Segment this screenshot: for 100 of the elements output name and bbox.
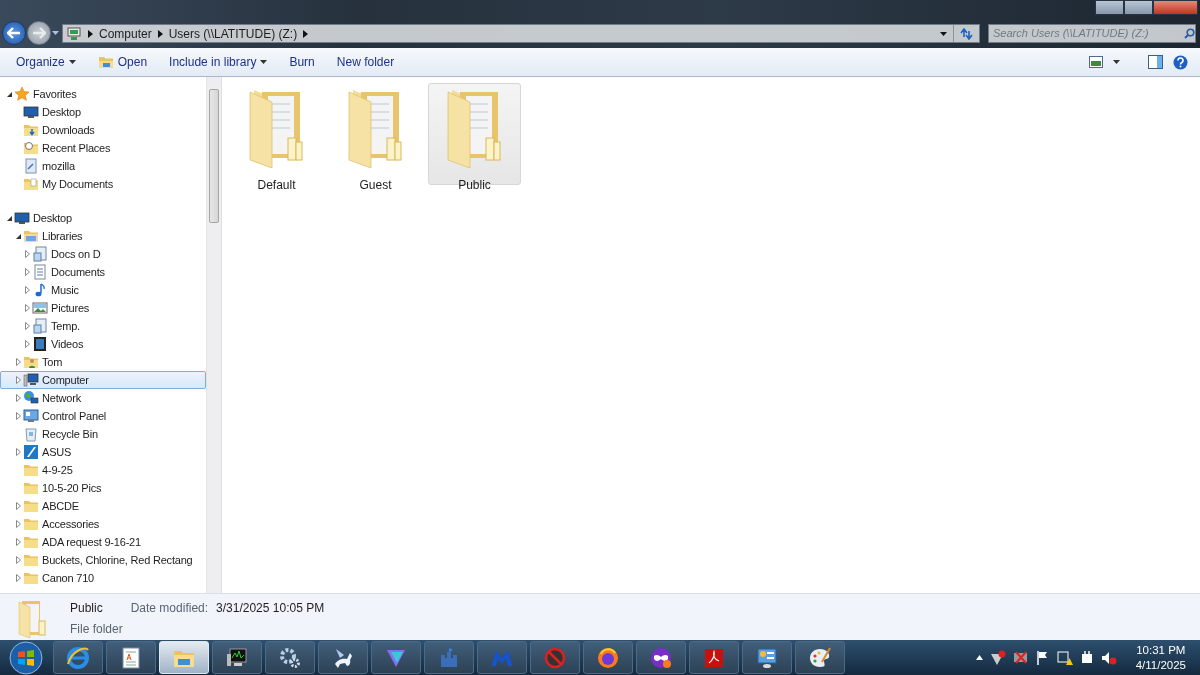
tree-item[interactable]: Accessories xyxy=(0,515,206,533)
toolbar-button[interactable]: Burn xyxy=(281,51,323,73)
tree-item[interactable]: My Documents xyxy=(0,175,206,193)
chevron-icon xyxy=(88,29,93,38)
no-sign-icon xyxy=(543,645,567,670)
folder-icon xyxy=(23,570,39,586)
document-icon xyxy=(32,318,48,334)
monitor-icon xyxy=(23,104,39,120)
film-icon xyxy=(32,336,48,352)
fox-globe-icon xyxy=(596,645,620,670)
slash-logo-icon xyxy=(23,444,39,460)
network-error-icon xyxy=(1012,649,1029,666)
breadcrumb-link[interactable]: Computer xyxy=(99,24,152,43)
globe-icon xyxy=(23,390,39,406)
folder-icon xyxy=(23,534,39,550)
menu-button[interactable]: Organize xyxy=(8,51,84,73)
tree-item[interactable]: Desktop xyxy=(0,103,206,121)
folder-icon xyxy=(23,140,39,156)
breadcrumb-link[interactable]: Users (\\LATITUDE) (Z:) xyxy=(168,24,298,43)
forward-arrow-icon xyxy=(32,27,46,39)
tree-item[interactable]: mozilla xyxy=(0,157,206,175)
tree-item[interactable]: Buckets, Chlorine, Red Rectang xyxy=(0,551,206,569)
taskbar-button[interactable] xyxy=(795,641,845,674)
field-value: 3/31/2025 10:05 PM xyxy=(216,600,325,617)
picture-icon xyxy=(32,300,48,316)
help-icon xyxy=(1173,54,1188,70)
taskbar-button[interactable] xyxy=(371,641,421,674)
tree-item[interactable]: Videos xyxy=(0,335,206,353)
star-icon xyxy=(14,86,30,102)
tree-item[interactable]: Canon 710 xyxy=(0,569,206,587)
back-button[interactable] xyxy=(2,21,26,45)
folder-icon xyxy=(23,516,39,532)
tree-item[interactable]: Recent Places xyxy=(0,139,206,157)
scrollbar-thumb[interactable] xyxy=(209,89,219,223)
tree-item[interactable]: Pictures xyxy=(0,299,206,317)
clock-time: 10:31 PM xyxy=(1136,642,1186,658)
recycle-bin-icon xyxy=(23,426,39,442)
power-plug-icon xyxy=(1079,649,1094,666)
folder-icon xyxy=(23,552,39,568)
folder-icon xyxy=(23,462,39,478)
clock-date: 4/11/2025 xyxy=(1135,657,1186,673)
taskbar-button[interactable] xyxy=(212,641,262,674)
tree-item[interactable]: Recycle Bin xyxy=(0,425,206,443)
tree-item[interactable]: ADA request 9-16-21 xyxy=(0,533,206,551)
open-button[interactable]: Open xyxy=(89,51,156,73)
tree-item[interactable]: Desktop xyxy=(0,209,206,227)
taskbar-button[interactable] xyxy=(265,641,315,674)
address-bar[interactable]: Computer Users (\\LATITUDE) (Z:) xyxy=(62,24,980,43)
tree-item[interactable]: Libraries xyxy=(0,227,206,245)
dropdown-arrow-icon xyxy=(940,31,947,36)
document-icon xyxy=(23,158,39,174)
file-name: Public xyxy=(70,600,104,617)
minimize-button[interactable] xyxy=(1095,0,1124,15)
tree-item[interactable]: ABCDE xyxy=(0,497,206,515)
dropdown-arrow-icon[interactable] xyxy=(52,30,59,36)
caret-icon xyxy=(1113,60,1120,64)
chevron-icon xyxy=(157,29,163,38)
taskbar-button[interactable] xyxy=(742,641,792,674)
tree-item[interactable]: Computer xyxy=(0,371,206,389)
search-icon xyxy=(1184,28,1195,39)
tree-item[interactable]: ASUS xyxy=(0,443,206,461)
caret-icon xyxy=(68,60,76,64)
tree-item[interactable]: Network xyxy=(0,389,206,407)
tree-item[interactable]: 4-9-25 xyxy=(0,461,206,479)
document-icon xyxy=(32,246,48,262)
tree-item[interactable]: Music xyxy=(0,281,206,299)
tree-item[interactable]: Tom xyxy=(0,353,206,371)
taskbar-button[interactable] xyxy=(636,641,686,674)
toolbar-button[interactable]: New folder xyxy=(328,51,403,73)
file-type: File folder xyxy=(70,621,123,638)
chevron-icon xyxy=(303,29,309,38)
palette-icon xyxy=(808,645,832,670)
tree-item[interactable]: Downloads xyxy=(0,121,206,139)
tree-item[interactable]: Control Panel xyxy=(0,407,206,425)
menu-button[interactable]: Include in library xyxy=(161,51,276,73)
folder-icon xyxy=(23,480,39,496)
forward-button[interactable] xyxy=(27,21,51,45)
view-icon xyxy=(1089,56,1103,68)
taskbar-button[interactable] xyxy=(53,641,103,674)
taskbar-button[interactable] xyxy=(583,641,633,674)
computer-icon xyxy=(23,372,39,388)
folder-icon xyxy=(23,122,39,138)
tree-item[interactable]: 10-5-20 Pics xyxy=(0,479,206,497)
maximize-button[interactable] xyxy=(1124,0,1153,15)
tree-item[interactable]: Docs on D xyxy=(0,245,206,263)
flag-icon xyxy=(1035,649,1050,666)
document-icon xyxy=(119,645,143,670)
tree-item[interactable]: Temp. xyxy=(0,317,206,335)
close-button[interactable] xyxy=(1153,0,1198,15)
taskbar-button[interactable] xyxy=(106,641,156,674)
document-icon xyxy=(32,264,48,280)
tree-item[interactable]: Documents xyxy=(0,263,206,281)
back-arrow-icon xyxy=(7,27,21,39)
search-field[interactable]: Search Users (\\LATITUDE) (Z:) xyxy=(988,24,1196,43)
tree-item[interactable]: Favorites xyxy=(0,85,206,103)
taskbar-button[interactable] xyxy=(318,641,368,674)
folder-icon xyxy=(23,228,39,244)
e-logo-icon xyxy=(66,645,90,670)
up-arrow-icon xyxy=(975,655,983,660)
preview-pane-icon xyxy=(1148,55,1163,69)
